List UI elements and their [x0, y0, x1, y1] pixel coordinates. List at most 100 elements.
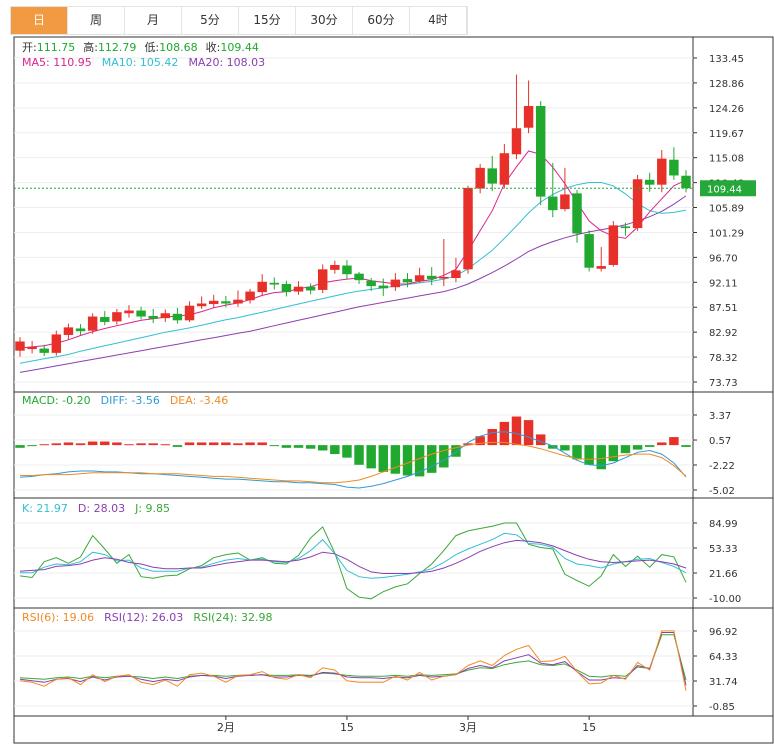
macd-legend-item-2: DEA: -3.46	[170, 394, 228, 407]
candle-body-39	[487, 168, 497, 184]
y-tick-label-8: 96.70	[709, 253, 738, 264]
ohlc-label-0: 开:	[22, 41, 37, 54]
macd-bar-18	[233, 443, 243, 446]
candle-body-50	[620, 226, 631, 229]
y-tick-label-6: 105.89	[709, 204, 744, 215]
macd-bar-27	[342, 445, 352, 458]
macd-bar-19	[245, 442, 255, 446]
ma10-line	[19, 182, 687, 364]
macd-legend-item-0: MACD: -0.20	[22, 394, 91, 407]
y-tick-label-2: 31.74	[709, 677, 738, 688]
y-tick-label-1: 64.33	[709, 652, 738, 663]
candle-body-6	[87, 316, 98, 331]
y-tick-label-13: 73.73	[709, 378, 738, 389]
rsi24-line	[19, 634, 687, 681]
macd-bar-26	[330, 445, 340, 455]
rsi-legend-item-1: RSI(12): 26.03	[104, 611, 183, 624]
candle-body-55	[681, 175, 691, 189]
candle-body-4	[63, 327, 74, 335]
ma-legend-item-1: MA10: 105.42	[102, 56, 179, 69]
x-tick-label-2: 3月	[459, 721, 477, 734]
candle-body-32	[402, 279, 413, 283]
candle-body-54	[669, 159, 679, 176]
y-tick-label-11: 82.92	[709, 328, 738, 339]
kdj-legend: K: 21.97 D: 28.03 J: 9.85	[22, 502, 170, 515]
y-tick-label-0: 133.45	[709, 54, 744, 65]
x-tick-label-1: 15	[340, 721, 354, 734]
macd-bar-42	[523, 420, 534, 446]
candle-body-13	[172, 313, 183, 321]
y-tick-label-3: -10.00	[709, 594, 741, 605]
y-tick-label-2: 124.26	[709, 104, 744, 115]
candle-body-38	[475, 167, 485, 189]
y-tick-label-1: 53.33	[709, 544, 738, 555]
d-line	[19, 539, 687, 574]
macd-bar-20	[257, 442, 267, 446]
candle-body-51	[632, 179, 643, 229]
y-tick-label-10: 87.51	[709, 303, 738, 314]
candle-body-11	[148, 315, 158, 319]
macd-bar-52	[644, 445, 655, 447]
candle-body-37	[463, 187, 473, 270]
candle-body-52	[644, 179, 655, 185]
candle-body-36	[451, 270, 461, 278]
candle-body-33	[414, 275, 425, 282]
candle-body-29	[366, 280, 376, 287]
y-tick-label-7: 101.29	[709, 228, 744, 239]
y-tick-label-3: 119.67	[709, 129, 744, 140]
macd-bar-1	[27, 445, 37, 447]
macd-bar-16	[209, 442, 219, 446]
macd-bar-50	[620, 445, 631, 454]
candle-body-30	[378, 285, 388, 289]
macd-bar-4	[63, 442, 74, 446]
macd-legend-item-1: DIFF: -3.56	[101, 394, 160, 407]
macd-bar-15	[196, 442, 207, 446]
macd-bar-24	[305, 445, 316, 449]
macd-bar-23	[293, 445, 304, 448]
macd-bar-47	[584, 445, 594, 465]
macd-bar-7	[100, 441, 110, 446]
macd-bar-51	[632, 445, 643, 450]
y-tick-label-2: 21.66	[709, 569, 738, 580]
macd-bar-55	[681, 445, 691, 447]
kdj-panel: 84.99 53.33 21.66 -10.00 K: 21.97 D: 28.03 J: …	[14, 502, 741, 605]
x-axis: 2月 15 3月 15	[217, 716, 596, 734]
candle-body-45	[560, 194, 570, 210]
candle-body-41	[511, 128, 522, 155]
ohlc-value-1: 112.79	[98, 41, 137, 54]
macd-bar-9	[124, 444, 134, 446]
y-tick-label-0: 3.37	[709, 411, 731, 422]
candle-body-0	[15, 341, 25, 351]
macd-bar-30	[378, 445, 388, 472]
rsi-legend-item-2: RSI(24): 32.98	[193, 611, 272, 624]
candle-body-27	[342, 265, 352, 275]
macd-bar-45	[560, 445, 570, 451]
candle-body-46	[572, 193, 582, 234]
candle-body-24	[305, 286, 316, 291]
y-tick-label-9: 92.11	[709, 278, 738, 289]
ohlc-value-0: 111.75	[37, 41, 76, 54]
macd-bar-11	[148, 443, 158, 446]
candle-body-3	[51, 334, 62, 353]
kdj-legend-item-0: K: 21.97	[22, 502, 68, 515]
candle-body-7	[100, 317, 110, 322]
ohlc-label-3: 收:	[206, 40, 221, 54]
candle-body-43	[535, 106, 546, 197]
macd-bar-53	[657, 442, 667, 446]
y-tick-label-0: 96.92	[709, 627, 738, 638]
candle-body-28	[354, 273, 364, 281]
macd-bar-32	[402, 445, 413, 476]
candle-body-31	[390, 279, 401, 288]
y-tick-label-1: 128.86	[709, 79, 744, 90]
ohlc-label-1: 高:	[83, 40, 98, 54]
kdj-legend-item-1: D: 28.03	[78, 502, 125, 515]
candle-body-9	[124, 310, 134, 314]
macd-bar-43	[535, 434, 546, 446]
chart-border	[13, 36, 774, 744]
macd-bar-17	[221, 442, 231, 446]
macd-bar-40	[499, 421, 510, 446]
y-tick-label-2: -2.22	[709, 461, 735, 472]
ma-legend-item-2: MA20: 108.03	[188, 56, 265, 69]
candle-body-22	[281, 283, 292, 293]
candle-body-19	[245, 291, 255, 301]
